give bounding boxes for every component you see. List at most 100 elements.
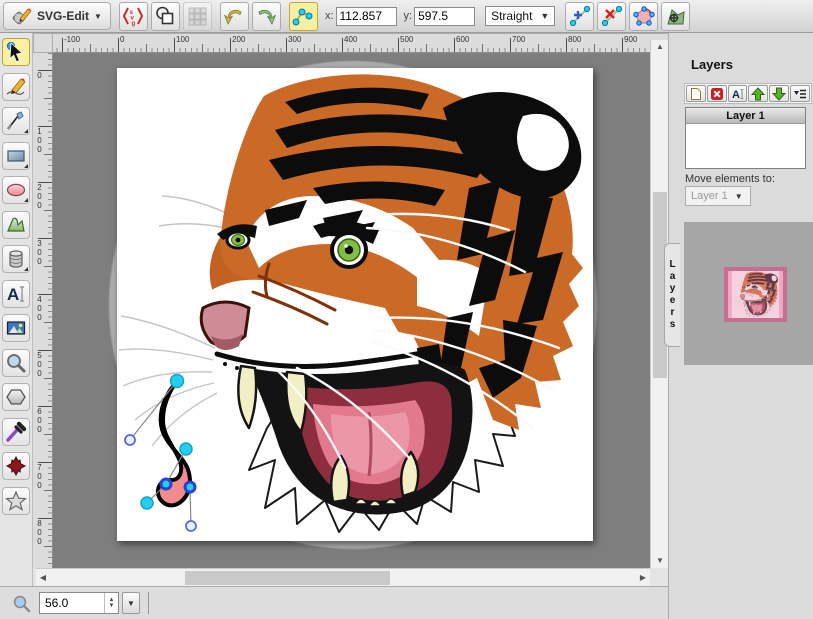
move-elements-value: Layer 1: [691, 190, 728, 202]
tool-text[interactable]: A: [2, 280, 30, 308]
new-layer-button[interactable]: [686, 85, 706, 102]
path-node-selected[interactable]: [180, 443, 192, 455]
move-layer-up-button[interactable]: [748, 85, 768, 102]
segment-type-value: Straight: [491, 9, 532, 23]
image-icon: [5, 317, 27, 339]
y-input[interactable]: [414, 7, 475, 26]
svg-text:A: A: [7, 285, 19, 304]
ruler-label: 300: [288, 35, 301, 44]
zoom-preset-dropdown[interactable]: ▼: [122, 592, 140, 614]
layer-list: Layer 1: [685, 107, 806, 169]
tool-ellipse[interactable]: [2, 176, 30, 204]
grid-icon: [187, 6, 207, 26]
move-elements-select[interactable]: Layer 1 ▼: [685, 186, 751, 206]
open-path-button[interactable]: [629, 2, 658, 31]
scroll-down-arrow[interactable]: ▼: [651, 554, 669, 568]
layer-thumbnail[interactable]: [724, 267, 787, 322]
node-link-tool-button[interactable]: [289, 2, 318, 31]
left-ruler: 0100200300400500600700800900: [33, 53, 53, 568]
ruler-label: 100: [176, 35, 189, 44]
tool-rectangle[interactable]: [2, 142, 30, 170]
wireframe-button[interactable]: [151, 2, 180, 31]
submenu-indicator: [24, 267, 28, 271]
main-menu-button[interactable]: SVG-Edit ▼: [3, 2, 111, 30]
tool-ornament[interactable]: [2, 452, 30, 480]
tool-image[interactable]: [2, 314, 30, 342]
magnifier-icon: [5, 352, 27, 374]
layer-menu-button[interactable]: [790, 85, 810, 102]
chevron-down-icon: ▼: [735, 192, 743, 201]
rename-layer-button[interactable]: A: [728, 85, 748, 102]
path-node-selected[interactable]: [141, 497, 153, 509]
layer-row-selected[interactable]: Layer 1: [686, 108, 805, 124]
delete-node-button[interactable]: [597, 2, 626, 31]
delete-layer-button[interactable]: [707, 85, 727, 102]
zoom-spinner[interactable]: ▲▼: [104, 593, 118, 613]
divider: [148, 592, 149, 614]
x-input[interactable]: [336, 7, 397, 26]
tool-pencil[interactable]: [2, 73, 30, 101]
svg-text:A: A: [732, 89, 740, 101]
bottom-bar: 56.0 ▲▼ ▼: [0, 586, 668, 619]
undo-button[interactable]: [220, 2, 249, 31]
zoom-input[interactable]: 56.0 ▲▼: [39, 592, 119, 614]
chevron-down-icon: ▼: [540, 11, 549, 21]
scroll-left-arrow[interactable]: ◀: [36, 569, 50, 587]
zoom-value: 56.0: [40, 596, 104, 610]
tool-eyedropper[interactable]: [2, 418, 30, 446]
redo-button[interactable]: [252, 2, 281, 31]
source-editor-button[interactable]: s v g: [119, 2, 148, 31]
path-shape-icon: [5, 214, 27, 236]
top-toolbar: SVG-Edit ▼ s v g: [0, 0, 813, 33]
control-point-handle[interactable]: [186, 521, 196, 531]
workarea[interactable]: [53, 53, 650, 568]
ruler-label: 200: [232, 35, 245, 44]
segment-type-select[interactable]: Straight ▼: [485, 6, 555, 26]
ruler-label: 0: [120, 35, 124, 44]
tool-select[interactable]: [2, 38, 30, 66]
ruler-label: 600: [456, 35, 469, 44]
target-shape-icon: [665, 5, 687, 27]
ruler-label: -100: [64, 35, 80, 44]
tool-line[interactable]: [2, 107, 30, 135]
tool-star[interactable]: [2, 487, 30, 515]
control-point-handle[interactable]: [125, 435, 135, 445]
path-node-selected[interactable]: [171, 375, 184, 388]
open-path-icon: [633, 5, 655, 27]
layer-thumbnail-image: [728, 271, 783, 318]
grid-button[interactable]: [183, 2, 212, 31]
layers-panel-toggle-tab[interactable]: Layers: [664, 243, 680, 347]
scroll-right-arrow[interactable]: ▶: [636, 569, 650, 587]
tool-polygon[interactable]: [2, 383, 30, 411]
top-ruler: -10001002003004005006007008009001000: [53, 33, 668, 53]
canvas-svg[interactable]: [117, 68, 593, 541]
submenu-indicator: [24, 198, 28, 202]
horizontal-scrollbar[interactable]: ◀ ▶: [36, 568, 650, 586]
move-layer-down-button[interactable]: [769, 85, 789, 102]
tool-shape-library[interactable]: [2, 245, 30, 273]
main-menu-label: SVG-Edit: [37, 9, 89, 23]
scroll-up-arrow[interactable]: ▲: [651, 40, 669, 54]
path-node[interactable]: [185, 482, 195, 492]
undo-icon: [223, 5, 245, 27]
tool-path[interactable]: [2, 211, 30, 239]
path-node[interactable]: [161, 479, 171, 489]
ruler-label: 700: [35, 463, 44, 490]
chevron-down-icon: ▼: [127, 599, 135, 608]
svg-canvas[interactable]: [117, 68, 593, 541]
horizontal-scroll-thumb[interactable]: [185, 571, 390, 585]
eyedropper-icon: [5, 421, 27, 443]
align-target-button[interactable]: [661, 2, 690, 31]
arrow-up-icon: [751, 87, 765, 101]
left-tool-palette: A: [0, 33, 33, 586]
x-label: x:: [325, 10, 334, 22]
submenu-indicator: [24, 129, 28, 133]
ruler-label: 900: [624, 35, 637, 44]
add-node-icon: [569, 5, 591, 27]
add-node-button[interactable]: [565, 2, 594, 31]
ruler-label: 500: [35, 351, 44, 378]
layer-buttons-bar: A: [684, 83, 812, 104]
ruler-label: 800: [568, 35, 581, 44]
move-elements-label: Move elements to:: [685, 173, 775, 185]
tool-zoom[interactable]: [2, 349, 30, 377]
